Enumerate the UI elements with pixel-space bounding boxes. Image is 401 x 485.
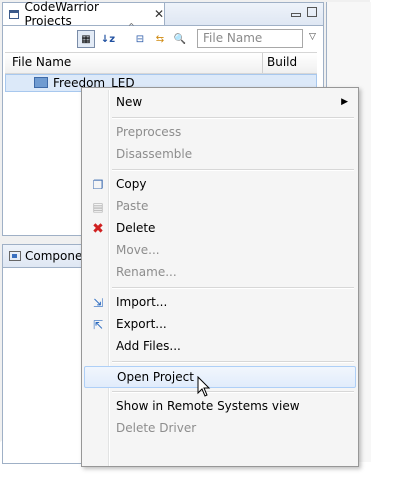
- menu-item-label: Move...: [116, 243, 160, 257]
- menu-item-rename[interactable]: Rename...: [84, 262, 356, 284]
- menu-separator: [112, 169, 354, 171]
- delete-icon: ✖: [92, 221, 104, 237]
- tab-title: CodeWarrior Projects: [24, 0, 99, 28]
- menu-item-open-project[interactable]: Open Project: [84, 366, 356, 388]
- menu-item-export[interactable]: ⇱ Export...: [84, 314, 356, 336]
- menu-separator: [112, 117, 354, 119]
- close-icon[interactable]: ✕: [154, 7, 164, 21]
- menu-item-label: Export...: [116, 317, 167, 331]
- menu-item-label: Paste: [116, 199, 149, 213]
- components-icon: [9, 251, 21, 261]
- tab-codewarrior-projects[interactable]: CodeWarrior Projects ✕: [3, 0, 165, 28]
- menu-separator: [112, 391, 354, 393]
- sort-icon[interactable]: ↓z: [99, 30, 117, 48]
- maximize-icon[interactable]: [307, 7, 317, 17]
- search-icon[interactable]: 🔍: [171, 30, 189, 48]
- project-folder-icon: [34, 77, 48, 88]
- menu-item-label: Disassemble: [116, 147, 193, 161]
- menu-item-label: Preprocess: [116, 125, 182, 139]
- view-window-controls: [291, 7, 317, 17]
- menu-item-paste[interactable]: ▤ Paste: [84, 196, 356, 218]
- projects-view-tabbar: CodeWarrior Projects ✕: [3, 0, 323, 28]
- mouse-pointer-icon: [197, 376, 211, 397]
- menu-item-preprocess[interactable]: Preprocess: [84, 122, 356, 144]
- menu-separator: [112, 287, 354, 289]
- submenu-arrow-icon: ▶: [341, 97, 348, 107]
- menu-item-label: Open Project: [117, 370, 194, 384]
- import-icon: ⇲: [92, 296, 104, 310]
- export-icon: ⇱: [92, 318, 104, 332]
- filter-input[interactable]: File Name: [197, 29, 303, 48]
- link-editor-icon[interactable]: ⊟: [131, 30, 149, 48]
- collapse-all-icon[interactable]: ▦: [77, 30, 95, 48]
- view-menu-icon[interactable]: ▽: [309, 32, 316, 42]
- menu-item-label: Show in Remote Systems view: [116, 399, 300, 413]
- column-header: File Name Build: [5, 52, 317, 74]
- menu-item-show-in-remote-systems[interactable]: Show in Remote Systems view: [84, 396, 356, 418]
- copy-icon: ❐: [92, 178, 104, 192]
- menu-item-label: Rename...: [116, 265, 177, 279]
- menu-item-add-files[interactable]: Add Files...: [84, 336, 356, 358]
- menu-item-disassemble[interactable]: Disassemble: [84, 144, 356, 166]
- menu-item-label: New: [116, 95, 143, 109]
- menu-item-label: Delete Driver: [116, 421, 197, 435]
- menu-item-label: Delete: [116, 221, 156, 235]
- menu-item-delete[interactable]: ✖ Delete: [84, 218, 356, 240]
- sync-icon[interactable]: ⇆: [151, 30, 169, 48]
- sort-indicator-icon: ^: [128, 22, 135, 31]
- menu-separator: [112, 361, 354, 363]
- column-divider: [262, 53, 263, 73]
- menu-item-label: Add Files...: [116, 339, 181, 353]
- view-icon: [9, 9, 20, 19]
- menu-item-label: Copy: [116, 177, 147, 191]
- menu-item-copy[interactable]: ❐ Copy: [84, 174, 356, 196]
- projects-toolbar: ▦ ↓z ⊟ ⇆ 🔍 File Name ▽: [3, 26, 323, 52]
- column-build[interactable]: Build: [267, 55, 297, 69]
- paste-icon: ▤: [92, 200, 104, 214]
- minimize-icon[interactable]: [291, 13, 301, 17]
- tab-title: Compone: [25, 249, 83, 263]
- column-file-name[interactable]: File Name: [12, 55, 71, 69]
- menu-item-delete-driver[interactable]: Delete Driver: [84, 418, 356, 440]
- menu-item-move[interactable]: Move...: [84, 240, 356, 262]
- menu-item-import[interactable]: ⇲ Import...: [84, 292, 356, 314]
- context-menu: New ▶ Preprocess Disassemble ❐ Copy ▤ Pa…: [81, 87, 359, 467]
- menu-item-new[interactable]: New ▶: [84, 92, 356, 114]
- menu-item-label: Import...: [116, 295, 168, 309]
